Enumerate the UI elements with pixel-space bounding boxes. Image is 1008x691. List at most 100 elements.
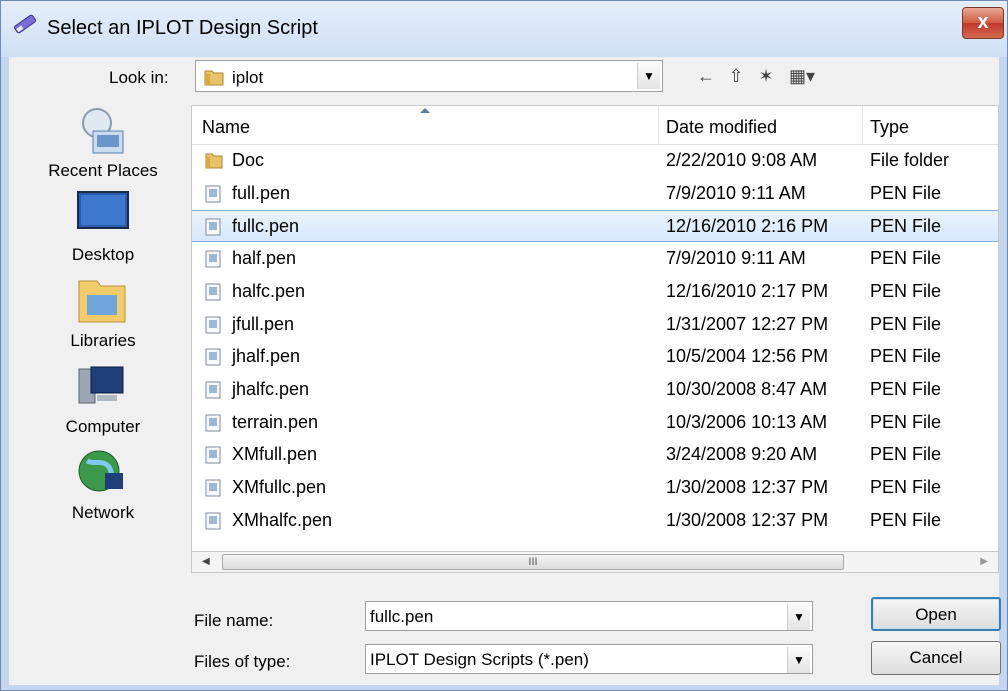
table-row[interactable]: terrain.pen 10/3/2006 10:13 AM PEN File <box>192 407 998 439</box>
computer-icon <box>78 366 124 404</box>
file-list[interactable]: Name Date modified Type Doc 2/22/2010 9:0… <box>191 105 999 573</box>
place-network[interactable]: Network <box>33 449 173 535</box>
file-icon <box>205 185 221 208</box>
network-icon <box>78 450 123 492</box>
navigation-toolbar: ← ⇧ ✶ ▦▾ <box>695 64 819 88</box>
list-header: Name Date modified Type <box>192 106 998 145</box>
column-header-date[interactable]: Date modified <box>666 117 777 138</box>
place-desktop[interactable]: Desktop <box>33 191 173 277</box>
folder-icon <box>205 152 223 174</box>
column-divider[interactable] <box>862 106 863 144</box>
window-title: Select an IPLOT Design Script <box>47 17 318 39</box>
open-button[interactable]: Open <box>871 597 1001 631</box>
place-label: Libraries <box>70 331 136 350</box>
open-file-dialog: Select an IPLOT Design Script x Look in:… <box>0 0 1008 691</box>
file-icon <box>205 414 221 437</box>
scrollbar-thumb[interactable]: III <box>222 554 844 570</box>
file-date: 1/30/2008 12:37 PM <box>666 509 829 530</box>
file-date: 12/16/2010 2:17 PM <box>666 280 829 301</box>
file-date: 1/31/2007 12:27 PM <box>666 313 829 334</box>
file-type: File folder <box>870 150 950 170</box>
table-row[interactable]: XMhalfc.pen 1/30/2008 12:37 PM PEN File <box>192 505 998 537</box>
file-date: 12/16/2010 2:16 PM <box>666 216 829 237</box>
new-folder-icon[interactable]: ✶ <box>755 65 777 87</box>
file-type: PEN File <box>870 411 942 432</box>
scroll-right-icon[interactable]: ▶ <box>980 556 988 567</box>
chevron-down-icon[interactable]: ▼ <box>787 647 810 673</box>
table-row[interactable]: half.pen 7/9/2010 9:11 AM PEN File <box>192 243 998 275</box>
place-recent-places[interactable]: Recent Places <box>33 105 173 191</box>
file-name: terrain.pen <box>232 411 319 432</box>
place-computer[interactable]: Computer <box>33 363 173 449</box>
file-type: PEN File <box>870 509 942 530</box>
folder-icon <box>204 70 224 86</box>
file-date: 10/3/2006 10:13 AM <box>666 411 828 432</box>
horizontal-scrollbar[interactable]: ◀ III ▶ <box>191 551 999 573</box>
table-row[interactable]: fullc.pen 12/16/2010 2:16 PM PEN File <box>192 210 998 243</box>
file-name-label: File name: <box>194 611 274 630</box>
view-menu-icon[interactable]: ▦▾ <box>785 65 819 87</box>
file-date: 2/22/2010 9:08 AM <box>666 150 818 170</box>
table-row[interactable]: jhalf.pen 10/5/2004 12:56 PM PEN File <box>192 341 998 373</box>
file-icon <box>205 283 221 306</box>
files-of-type-value: IPLOT Design Scripts (*.pen) <box>370 650 589 669</box>
table-row[interactable]: jhalfc.pen 10/30/2008 8:47 AM PEN File <box>192 374 998 406</box>
file-name: jfull.pen <box>232 313 295 334</box>
table-row[interactable]: full.pen 7/9/2010 9:11 AM PEN File <box>192 178 998 210</box>
file-icon <box>205 446 221 469</box>
scroll-left-icon[interactable]: ◀ <box>202 556 210 567</box>
file-name: jhalfc.pen <box>232 378 310 399</box>
back-arrow-icon[interactable]: ← <box>695 65 717 87</box>
files-of-type-label: Files of type: <box>194 652 291 671</box>
desktop-icon <box>77 191 129 229</box>
table-row[interactable]: halfc.pen 12/16/2010 2:17 PM PEN File <box>192 276 998 308</box>
column-divider[interactable] <box>658 106 659 144</box>
cancel-button[interactable]: Cancel <box>871 641 1001 675</box>
close-button[interactable]: x <box>962 7 1004 39</box>
place-label: Network <box>71 503 135 522</box>
dialog-body: Look in: iplot ▼ ← ⇧ ✶ ▦▾ Recent Places <box>9 57 1001 685</box>
file-date: 7/9/2010 9:11 AM <box>666 248 806 269</box>
pen-app-icon <box>13 14 37 34</box>
file-date: 7/9/2010 9:11 AM <box>666 182 806 203</box>
file-name-value[interactable]: fullc.pen <box>370 607 433 627</box>
file-icon <box>205 250 221 273</box>
file-type: PEN File <box>870 248 942 269</box>
place-libraries[interactable]: Libraries <box>33 277 173 363</box>
file-name: halfc.pen <box>232 280 306 301</box>
up-folder-icon[interactable]: ⇧ <box>725 65 747 87</box>
table-row[interactable]: jfull.pen 1/31/2007 12:27 PM PEN File <box>192 309 998 341</box>
look-in-dropdown[interactable]: iplot ▼ <box>195 60 663 92</box>
file-name: XMhalfc.pen <box>232 509 333 530</box>
chevron-down-icon[interactable]: ▼ <box>637 63 660 89</box>
file-type: PEN File <box>870 444 942 465</box>
chevron-down-icon[interactable]: ▼ <box>787 604 810 630</box>
file-type: PEN File <box>870 378 942 399</box>
column-header-name[interactable]: Name <box>202 117 250 138</box>
file-date: 1/30/2008 12:37 PM <box>666 477 829 497</box>
table-row[interactable]: Doc 2/22/2010 9:08 AM File folder <box>192 145 998 177</box>
file-name: XMfullc.pen <box>232 477 327 497</box>
file-name: jhalf.pen <box>232 346 301 367</box>
place-label: Computer <box>65 417 141 436</box>
file-type: PEN File <box>870 280 942 301</box>
file-name: full.pen <box>232 182 291 203</box>
libraries-icon <box>78 280 126 323</box>
file-name: half.pen <box>232 248 297 269</box>
column-header-type[interactable]: Type <box>870 117 909 138</box>
title-bar[interactable]: Select an IPLOT Design Script x <box>1 1 1007 57</box>
place-label: Recent Places <box>48 161 158 180</box>
table-row[interactable]: XMfull.pen 3/24/2008 9:20 AM PEN File <box>192 439 998 471</box>
file-type: PEN File <box>870 182 942 203</box>
file-type: PEN File <box>870 313 942 334</box>
file-name: Doc <box>232 150 265 170</box>
file-date: 3/24/2008 9:20 AM <box>666 444 818 465</box>
file-name-combo[interactable]: fullc.pen ▼ <box>365 601 813 631</box>
file-type: PEN File <box>870 477 942 497</box>
file-icon <box>205 348 221 371</box>
file-icon <box>205 218 221 241</box>
file-date: 10/30/2008 8:47 AM <box>666 378 828 399</box>
files-of-type-combo[interactable]: IPLOT Design Scripts (*.pen) ▼ <box>365 644 813 674</box>
table-row[interactable]: XMfullc.pen 1/30/2008 12:37 PM PEN File <box>192 472 998 504</box>
file-name: fullc.pen <box>232 216 300 237</box>
